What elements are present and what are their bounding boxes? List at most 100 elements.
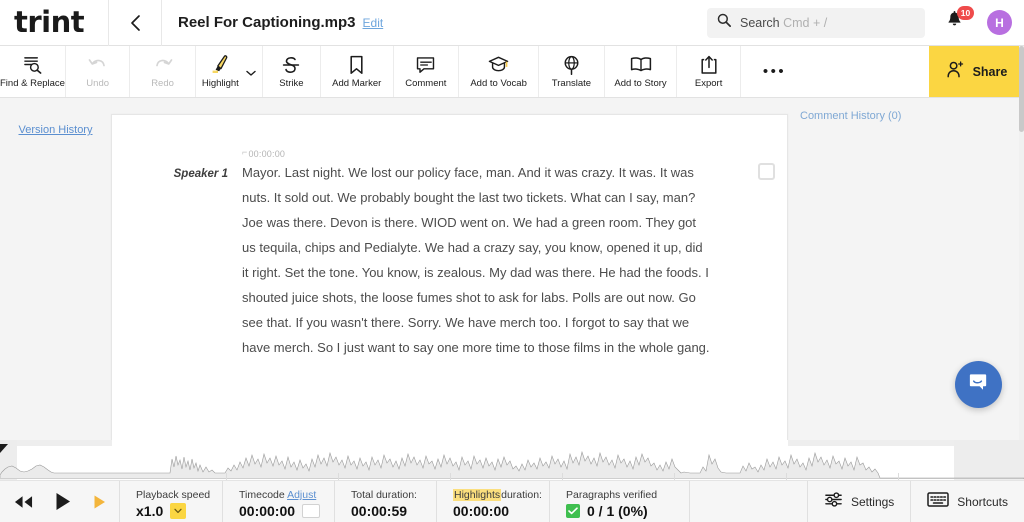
right-sidebar: Comment History (0) [788, 98, 1024, 440]
editor-body: Version History Speaker 1 ⌐ 00:00:00 May… [0, 98, 1024, 440]
settings-button[interactable]: Settings [808, 481, 912, 522]
chat-support-button[interactable] [955, 361, 1002, 408]
add-to-story-button[interactable]: Add to Story [605, 46, 678, 97]
transcript-panel[interactable]: Speaker 1 ⌐ 00:00:00 Mayor. Last night. … [111, 114, 788, 440]
search-input[interactable]: Search Cmd + / [707, 7, 925, 38]
edit-title-link[interactable]: Edit [363, 16, 384, 30]
page-scrollbar[interactable] [1019, 46, 1024, 440]
highlights-duration-cell: Highlightsduration: 00:00:00 [437, 481, 550, 522]
strike-label: Strike [279, 78, 304, 89]
paragraphs-verified-value-row: 0 / 1 (0%) [566, 502, 689, 520]
timecode-value: 00:00:00 [248, 149, 286, 159]
waveform-tick [226, 473, 227, 480]
playback-speed-cell: Playback speed x1.0 [120, 481, 223, 522]
playback-speed-dropdown[interactable] [170, 503, 187, 519]
ellipsis-icon: ••• [762, 63, 787, 80]
timecode-adjust-link[interactable]: Adjust [287, 489, 316, 501]
comment-button[interactable]: Comment [394, 46, 459, 97]
globe-icon [562, 54, 581, 75]
paragraphs-verified-cell: Paragraphs verified 0 / 1 (0%) [550, 481, 690, 522]
comment-label: Comment [405, 78, 447, 89]
strike-button[interactable]: Strike [263, 46, 321, 97]
paragraph-text[interactable]: Mayor. Last night. We lost our policy fa… [242, 160, 712, 360]
redo-button[interactable]: Redo [130, 46, 196, 97]
shortcuts-button[interactable]: Shortcuts [911, 481, 1024, 522]
waveform-tick [338, 473, 339, 480]
keyboard-icon [927, 491, 950, 513]
left-sidebar: Version History [0, 98, 111, 440]
playback-controls [0, 481, 120, 522]
add-person-icon [946, 60, 965, 84]
fast-forward-button[interactable] [93, 494, 106, 510]
search-placeholder-text: Search Cmd + / [740, 15, 828, 30]
notifications-button[interactable]: 10 [941, 5, 974, 38]
undo-label: Undo [86, 78, 110, 89]
rewind-button[interactable] [14, 495, 33, 509]
strikethrough-icon [282, 54, 300, 75]
version-history-link[interactable]: Version History [19, 124, 93, 136]
highlights-duration-label: Highlightsduration: [453, 489, 542, 501]
timecode-toggle[interactable] [302, 504, 321, 518]
trint-logo[interactable]: trint [0, 8, 108, 37]
settings-label: Settings [850, 494, 895, 509]
add-to-vocab-button[interactable]: Add to Vocab [459, 46, 540, 97]
waveform-tick [450, 473, 451, 480]
editor-toolbar: Find & Replace Undo Redo Highlight Strik… [0, 46, 1024, 98]
graduation-cap-icon [488, 54, 509, 75]
playback-speed-value-row: x1.0 [136, 502, 222, 520]
playback-speed-label: Playback speed [136, 489, 211, 501]
play-button[interactable] [55, 492, 71, 511]
highlighter-icon [210, 54, 230, 75]
sliders-icon [824, 490, 843, 514]
comment-history-link[interactable]: Comment History (0) [788, 98, 1024, 122]
share-button[interactable]: Share [928, 46, 1024, 97]
find-and-replace-button[interactable]: Find & Replace [0, 46, 66, 97]
undo-button[interactable]: Undo [66, 46, 131, 97]
chat-bubble-icon [967, 371, 990, 399]
find-replace-icon [23, 54, 42, 75]
waveform-tick [786, 473, 787, 480]
timecode-tick-icon: ⌐ [242, 147, 248, 157]
highlights-word: Highlights [453, 489, 502, 501]
shortcuts-label: Shortcuts [957, 494, 1008, 509]
timecode-value-row: 00:00:00 [239, 502, 334, 520]
total-duration-value: 00:00:59 [351, 503, 408, 519]
add-marker-button[interactable]: Add Marker [321, 46, 394, 97]
highlight-label: Highlight [201, 78, 239, 89]
audio-waveform[interactable] [0, 440, 1024, 480]
paragraph-body: ⌐ 00:00:00 Mayor. Last night. We lost ou… [242, 147, 712, 360]
add-to-vocab-label: Add to Vocab [470, 78, 527, 89]
trint-editor-app: trint Reel For Captioning.mp3 Edit Searc… [0, 0, 1024, 522]
highlight-button[interactable]: Highlight [196, 46, 263, 97]
back-button[interactable] [109, 0, 161, 46]
playback-speed-value: x1.0 [136, 503, 164, 519]
app-header: trint Reel For Captioning.mp3 Edit Searc… [0, 0, 1024, 46]
export-button[interactable]: Export [677, 46, 741, 97]
paragraph-timecode[interactable]: ⌐ 00:00:00 [242, 147, 712, 159]
document-title-area: Reel For Captioning.mp3 Edit [162, 14, 707, 31]
more-options-button[interactable]: ••• [741, 46, 929, 97]
search-icon [717, 13, 731, 32]
waveform-graphic [0, 450, 1024, 479]
avatar[interactable]: H [987, 10, 1012, 35]
waveform-tick [674, 473, 675, 480]
share-label: Share [972, 64, 1008, 79]
translate-label: Translate [551, 78, 592, 89]
redo-label: Redo [151, 78, 174, 89]
translate-button[interactable]: Translate [539, 46, 605, 97]
export-icon [700, 54, 718, 75]
comment-icon [416, 54, 435, 75]
book-icon [630, 54, 652, 75]
waveform-playhead[interactable] [0, 444, 8, 453]
paragraphs-verified-label: Paragraphs verified [566, 489, 658, 501]
export-label: Export [694, 78, 723, 89]
player-spacer [690, 481, 808, 522]
chevron-down-icon[interactable] [246, 64, 256, 82]
page-scrollbar-thumb[interactable] [1019, 46, 1024, 132]
paragraphs-verified-value: 0 / 1 (0%) [587, 503, 648, 519]
speaker-label[interactable]: Speaker 1 [112, 149, 242, 360]
page-title: Reel For Captioning.mp3 [178, 14, 356, 31]
paragraph-verify-checkbox[interactable] [758, 163, 775, 180]
add-to-story-label: Add to Story [614, 78, 667, 89]
player-bar: Playback speed x1.0 Timecode Adjust 00:0… [0, 480, 1024, 522]
